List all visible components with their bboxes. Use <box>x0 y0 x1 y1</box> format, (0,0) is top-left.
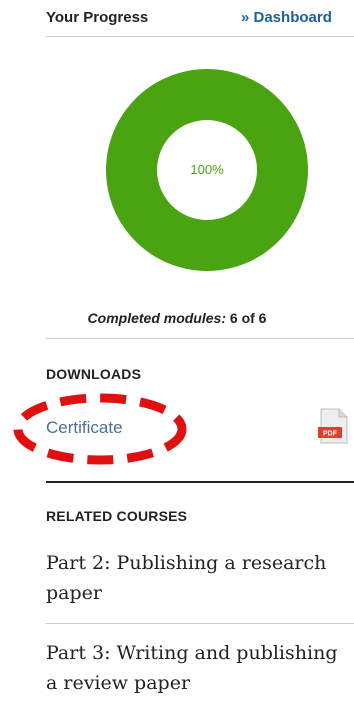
downloads-title: DOWNLOADS <box>46 366 142 382</box>
completed-modules-label: Completed modules: <box>87 310 226 326</box>
progress-header: Your Progress » Dashboard <box>46 0 354 37</box>
section-divider <box>46 481 354 483</box>
completed-modules: Completed modules: 6 of 6 <box>46 310 308 326</box>
pdf-file-icon[interactable]: PDF <box>318 408 348 444</box>
related-courses-title: RELATED COURSES <box>46 508 188 524</box>
progress-title: Your Progress <box>46 9 149 26</box>
progress-donut-chart: 100% <box>106 69 308 271</box>
donut-center: 100% <box>157 120 257 220</box>
divider <box>46 338 354 339</box>
certificate-download-link[interactable]: Certificate <box>46 418 123 438</box>
related-course-link[interactable]: Part 3: Writing and publishing a review … <box>46 638 350 698</box>
completed-modules-value: 6 of 6 <box>229 310 267 326</box>
progress-percent-label: 100% <box>190 162 224 177</box>
related-course-link[interactable]: Part 2: Publishing a research paper <box>46 548 350 608</box>
course-divider <box>46 623 354 624</box>
svg-text:PDF: PDF <box>323 431 338 438</box>
dashboard-link[interactable]: » Dashboard <box>241 9 332 26</box>
